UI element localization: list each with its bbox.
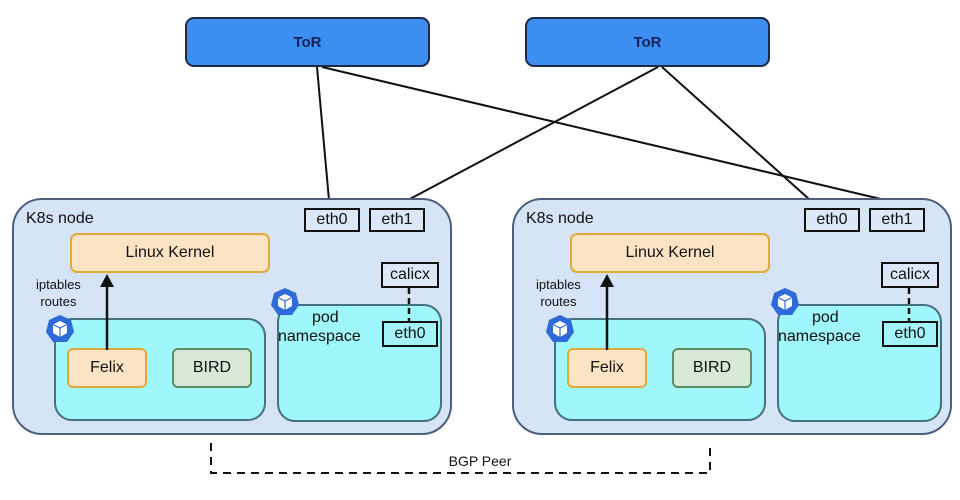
iface-label: eth0 (894, 325, 926, 342)
linux-kernel-box[interactable]: Linux Kernel (70, 233, 270, 273)
iptables-text: iptables (536, 277, 581, 292)
eth0-interface[interactable]: eth0 (804, 208, 860, 232)
felix-label: Felix (90, 359, 124, 376)
kubernetes-pod-icon (271, 288, 299, 315)
node-label: K8s node (26, 210, 94, 227)
routes-text: routes (540, 294, 577, 309)
iptables-text: iptables (36, 277, 81, 292)
bgp-peer-label: BGP Peer (448, 453, 512, 469)
link-tor1-node2-eth1 (321, 66, 886, 201)
iface-label: eth0 (394, 325, 426, 342)
tor-switch-2[interactable]: ToR (525, 17, 770, 67)
linux-kernel-box[interactable]: Linux Kernel (570, 233, 770, 273)
up-arrow-icon (100, 274, 114, 350)
link-tor2-node2-eth0 (661, 66, 811, 201)
kubernetes-pod-icon (771, 288, 799, 315)
bird-box[interactable]: BIRD (172, 348, 252, 388)
k8s-node-1: K8s node Linux Kernel eth0 eth1 calicx i… (12, 198, 452, 435)
bird-box[interactable]: BIRD (672, 348, 752, 388)
tor-switch-1[interactable]: ToR (185, 17, 430, 67)
namespace-text: namespace (278, 328, 361, 345)
k8s-node-2: K8s node Linux Kernel eth0 eth1 calicx i… (512, 198, 952, 435)
felix-box[interactable]: Felix (567, 348, 647, 388)
iptables-routes-label: iptables routes (536, 276, 581, 310)
iface-label: eth1 (381, 211, 413, 228)
namespace-text: namespace (778, 328, 861, 345)
pod-eth0-interface[interactable]: eth0 (382, 321, 438, 347)
kernel-label: Linux Kernel (625, 244, 715, 261)
kubernetes-pod-icon (46, 315, 74, 342)
kernel-label: Linux Kernel (125, 244, 215, 261)
veth-dashed-link (407, 288, 411, 322)
iface-label: eth0 (816, 211, 848, 228)
iptables-routes-label: iptables routes (36, 276, 81, 310)
iface-label: calicx (889, 266, 930, 283)
link-tor2-node1-eth1 (407, 66, 659, 201)
iface-label: eth0 (316, 211, 348, 228)
calicx-interface[interactable]: calicx (881, 262, 939, 288)
tor-label: ToR (293, 33, 322, 51)
felix-label: Felix (590, 359, 624, 376)
iface-label: calicx (389, 266, 430, 283)
iface-label: eth1 (881, 211, 913, 228)
tor-label: ToR (633, 33, 662, 51)
up-arrow-icon (600, 274, 614, 350)
kubernetes-pod-icon (546, 315, 574, 342)
calicx-interface[interactable]: calicx (381, 262, 439, 288)
eth1-interface[interactable]: eth1 (369, 208, 425, 232)
routes-text: routes (40, 294, 77, 309)
link-tor1-node1-eth0 (316, 66, 330, 201)
felix-box[interactable]: Felix (67, 348, 147, 388)
eth0-interface[interactable]: eth0 (304, 208, 360, 232)
pod-eth0-interface[interactable]: eth0 (882, 321, 938, 347)
eth1-interface[interactable]: eth1 (869, 208, 925, 232)
node-label: K8s node (526, 210, 594, 227)
veth-dashed-link (907, 288, 911, 322)
bird-label: BIRD (192, 359, 232, 376)
bird-label: BIRD (692, 359, 732, 376)
